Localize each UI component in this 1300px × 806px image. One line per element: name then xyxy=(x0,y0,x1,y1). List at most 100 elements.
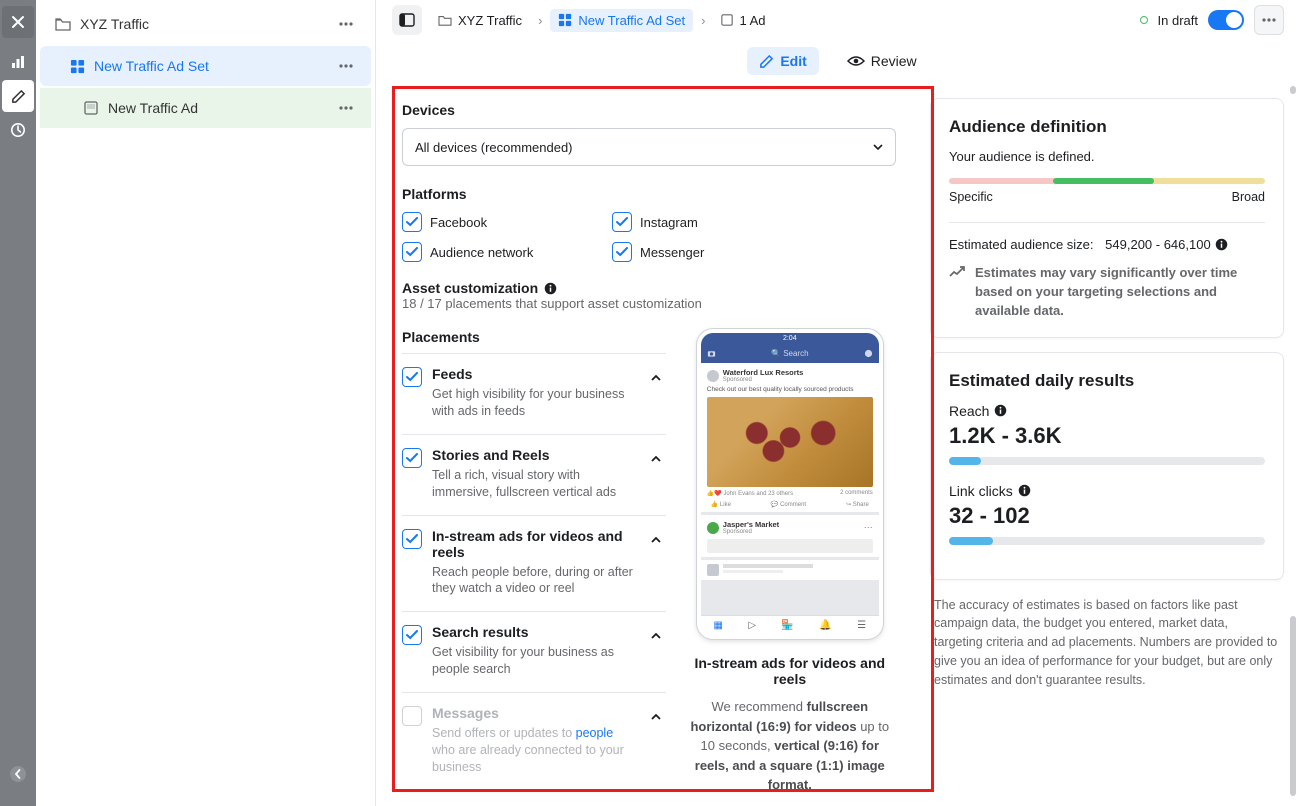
tab-edit-label: Edit xyxy=(780,53,806,69)
chevron-right-icon: › xyxy=(538,13,542,28)
platform-label: Facebook xyxy=(430,215,487,230)
nav-home-icon: ▦ xyxy=(713,620,722,631)
reach-label: Reach xyxy=(949,403,1265,419)
edit-icon[interactable] xyxy=(2,80,34,112)
adset-icon xyxy=(68,57,86,75)
audience-note: Estimates may vary significantly over ti… xyxy=(949,264,1265,321)
nav-bell-icon: 🔔 xyxy=(819,620,831,631)
asset-customization-title: Asset customization xyxy=(402,280,557,296)
chevron-up-icon[interactable] xyxy=(646,449,666,469)
chevron-right-icon: › xyxy=(701,13,705,28)
sidebar-item-adset[interactable]: New Traffic Ad Set xyxy=(40,46,371,86)
more-menu-button[interactable] xyxy=(1254,5,1284,35)
platform-facebook[interactable]: Facebook xyxy=(402,212,572,232)
people-link[interactable]: people xyxy=(576,726,614,740)
range-specific: Specific xyxy=(949,190,993,204)
chevron-up-icon[interactable] xyxy=(646,368,666,388)
sidebar-ad-label: New Traffic Ad xyxy=(108,100,333,116)
more-icon[interactable] xyxy=(333,95,359,121)
toggle-active[interactable] xyxy=(1208,10,1244,30)
more-icon[interactable] xyxy=(333,11,359,37)
placement-name: Feeds xyxy=(432,366,636,382)
placement-messages[interactable]: Messages Send offers or updates to peopl… xyxy=(402,692,666,790)
nav-video-icon: ▷ xyxy=(748,620,756,631)
audience-range-bar xyxy=(949,178,1265,184)
platform-label: Instagram xyxy=(640,215,698,230)
folder-icon xyxy=(54,15,72,33)
nav-menu-icon: ☰ xyxy=(857,620,866,631)
messenger-icon xyxy=(864,349,873,358)
phone-mock: 2:04 🔍 Search Waterford Lux ResortsSpons… xyxy=(697,329,883,639)
info-icon[interactable] xyxy=(1018,484,1031,497)
platform-instagram[interactable]: Instagram xyxy=(612,212,782,232)
info-icon[interactable] xyxy=(544,282,557,295)
chevron-up-icon[interactable] xyxy=(646,530,666,550)
placement-instream[interactable]: In-stream ads for videos and reels Reach… xyxy=(402,515,666,612)
placement-search-results[interactable]: Search results Get visibility for your b… xyxy=(402,611,666,692)
breadcrumb-adset-label: New Traffic Ad Set xyxy=(578,13,685,28)
breadcrumb-ad[interactable]: 1 Ad xyxy=(713,9,773,32)
breadcrumb-ad-label: 1 Ad xyxy=(739,13,765,28)
panel-toggle-icon[interactable] xyxy=(392,5,422,35)
placement-stories-reels[interactable]: Stories and Reels Tell a rich, visual st… xyxy=(402,434,666,515)
platforms-label: Platforms xyxy=(402,186,896,202)
scrollbar[interactable] xyxy=(1290,86,1298,796)
breadcrumb-adset[interactable]: New Traffic Ad Set xyxy=(550,9,693,32)
results-disclaimer: The accuracy of estimates is based on fa… xyxy=(930,594,1284,694)
breadcrumb: XYZ Traffic › New Traffic Ad Set › 1 Ad … xyxy=(376,0,1300,40)
placements-label: Placements xyxy=(402,329,666,345)
chart-icon[interactable] xyxy=(0,44,36,80)
tab-edit[interactable]: Edit xyxy=(747,47,818,75)
platform-label: Messenger xyxy=(640,245,704,260)
camera-icon xyxy=(707,349,716,358)
placement-name: Search results xyxy=(432,624,636,640)
reach-bar xyxy=(949,457,1265,465)
collapse-icon[interactable] xyxy=(6,762,30,786)
platform-label: Audience network xyxy=(430,245,533,260)
chevron-up-icon[interactable] xyxy=(646,626,666,646)
audience-title: Audience definition xyxy=(949,117,1265,137)
placement-feeds[interactable]: Feeds Get high visibility for your busin… xyxy=(402,353,666,434)
platform-messenger[interactable]: Messenger xyxy=(612,242,782,262)
devices-select[interactable]: All devices (recommended) xyxy=(402,128,896,166)
clicks-label: Link clicks xyxy=(949,483,1265,499)
audience-size: Estimated audience size: 549,200 - 646,1… xyxy=(949,237,1265,252)
platform-audience-network[interactable]: Audience network xyxy=(402,242,572,262)
breadcrumb-campaign[interactable]: XYZ Traffic xyxy=(430,9,530,32)
clicks-value: 32 - 102 xyxy=(949,503,1265,529)
estimated-results-card: Estimated daily results Reach 1.2K - 3.6… xyxy=(930,352,1284,580)
placement-preview: 2:04 🔍 Search Waterford Lux ResortsSpons… xyxy=(684,329,896,795)
clicks-bar xyxy=(949,537,1265,545)
devices-value: All devices (recommended) xyxy=(415,140,573,155)
range-broad: Broad xyxy=(1232,190,1265,204)
close-icon[interactable] xyxy=(2,6,34,38)
sidebar-item-campaign[interactable]: XYZ Traffic xyxy=(40,4,371,44)
info-icon[interactable] xyxy=(1215,238,1228,251)
sidebar-adset-label: New Traffic Ad Set xyxy=(94,58,333,74)
sidebar-campaign-label: XYZ Traffic xyxy=(80,16,333,32)
clock-icon[interactable] xyxy=(0,112,36,148)
placement-desc: Get high visibility for your business wi… xyxy=(432,386,636,420)
tab-review-label: Review xyxy=(871,53,917,69)
preview-title: In-stream ads for videos and reels xyxy=(684,655,896,687)
reach-value: 1.2K - 3.6K xyxy=(949,423,1265,449)
preview-recommendation: We recommend fullscreen horizontal (16:9… xyxy=(684,697,896,795)
placement-name: Messages xyxy=(432,705,636,721)
status-indicator-icon xyxy=(1140,16,1148,24)
info-icon[interactable] xyxy=(994,404,1007,417)
tab-review[interactable]: Review xyxy=(835,47,929,75)
placement-name: Stories and Reels xyxy=(432,447,636,463)
placement-desc: Send offers or updates to people who are… xyxy=(432,725,636,776)
placement-name: In-stream ads for videos and reels xyxy=(432,528,636,560)
asset-note: 18 / 17 placements that support asset cu… xyxy=(402,296,896,311)
ad-icon xyxy=(82,99,100,117)
sidebar-item-ad[interactable]: New Traffic Ad xyxy=(40,88,371,128)
more-icon[interactable] xyxy=(333,53,359,79)
caret-down-icon xyxy=(873,144,883,150)
nav-market-icon: 🏪 xyxy=(781,620,793,631)
breadcrumb-campaign-label: XYZ Traffic xyxy=(458,13,522,28)
trend-icon xyxy=(949,266,965,321)
placement-desc: Get visibility for your business as peop… xyxy=(432,644,636,678)
placement-desc: Reach people before, during or after the… xyxy=(432,564,636,598)
chevron-up-icon[interactable] xyxy=(646,707,666,727)
